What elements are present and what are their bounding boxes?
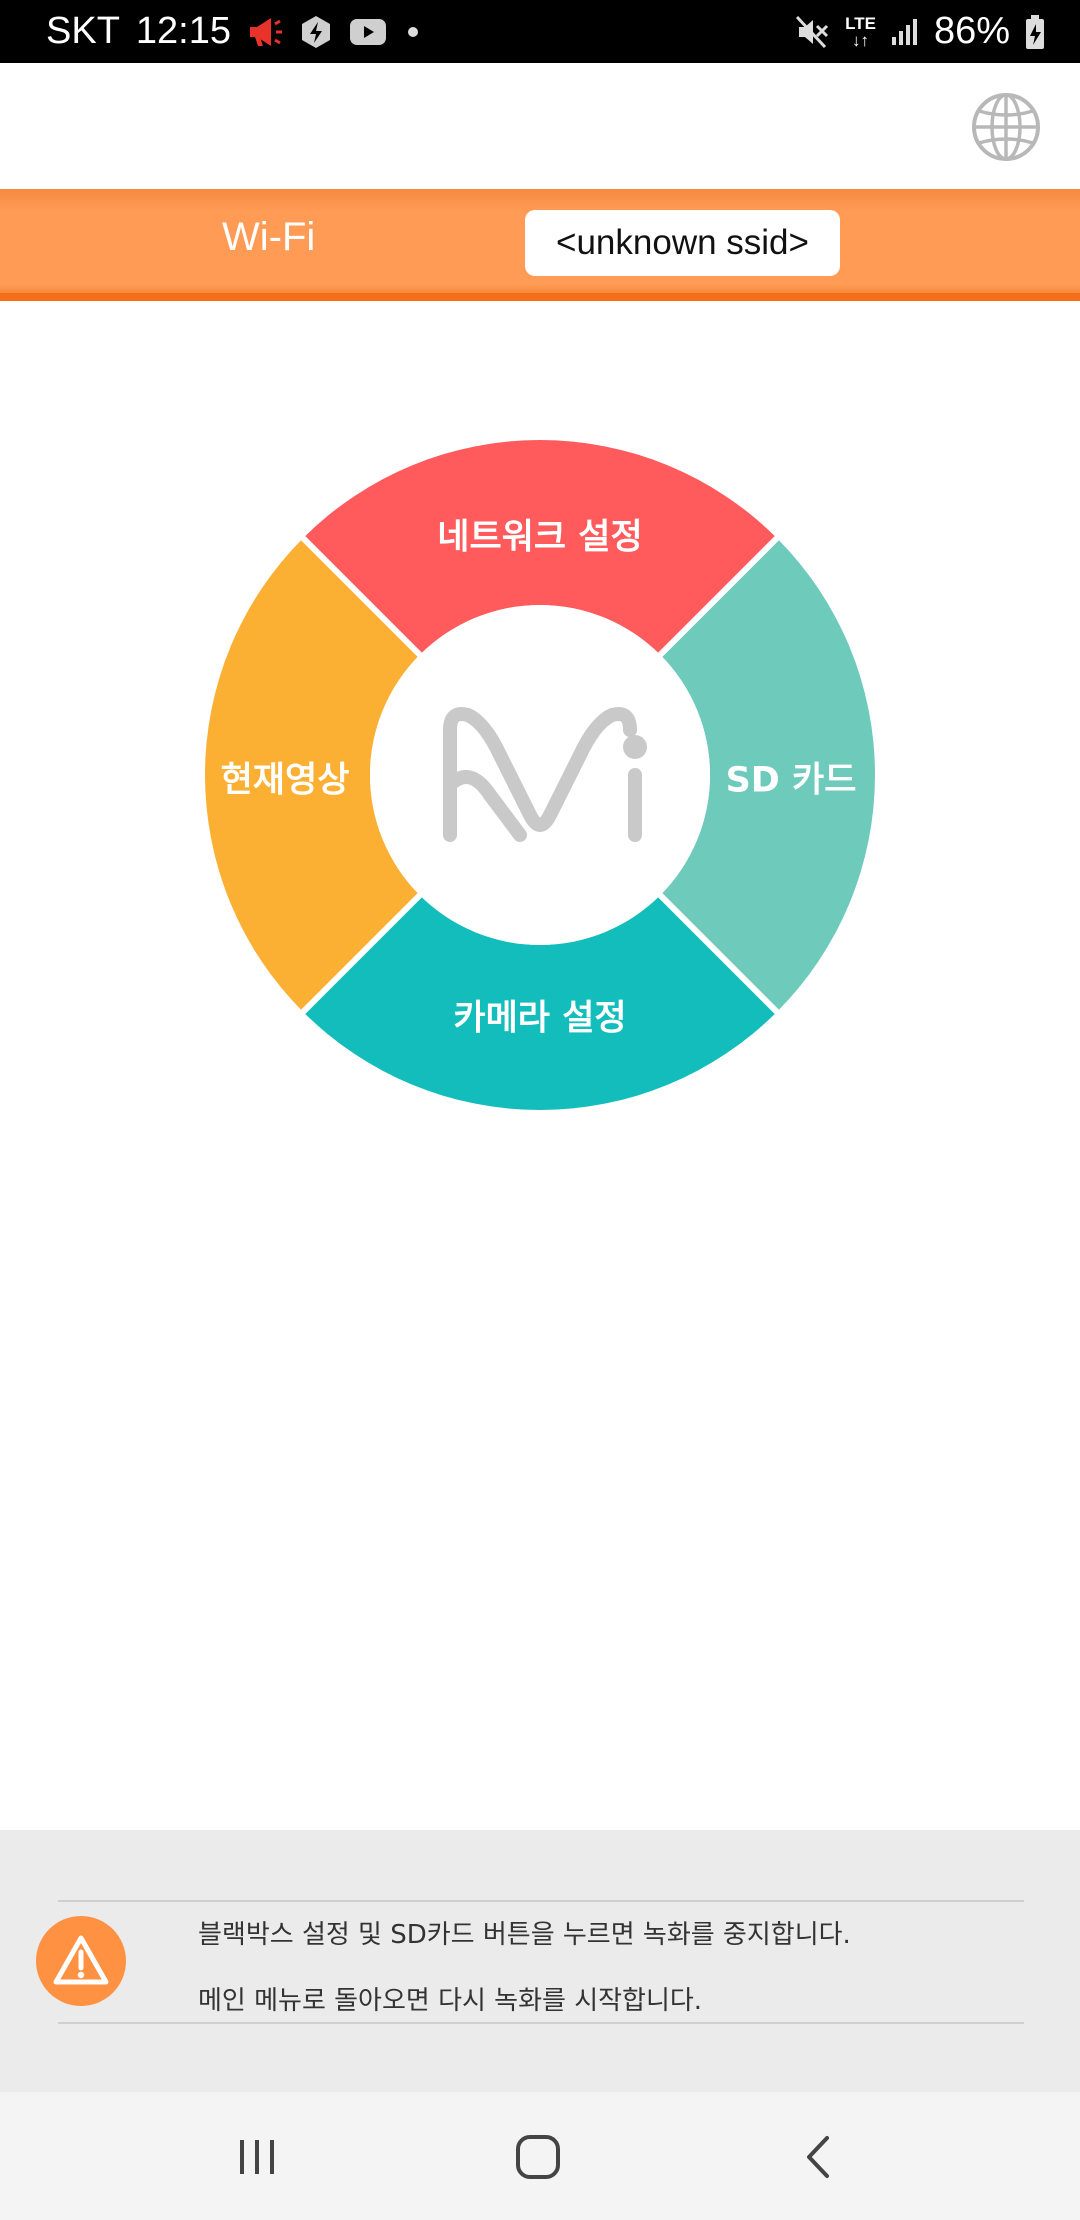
- sd-card-label[interactable]: SD 카드: [726, 752, 857, 803]
- power-saving-icon: [299, 14, 333, 50]
- mute-icon: [795, 15, 831, 49]
- recents-icon[interactable]: [222, 2122, 292, 2192]
- wheel-center: [370, 605, 710, 945]
- notice-divider-top: [58, 1900, 1024, 1902]
- network-settings-label[interactable]: 네트워크 설정: [437, 509, 642, 560]
- status-bar: SKT 12:15 LTE ↓↑ 86%: [0, 0, 1080, 63]
- megaphone-icon: [247, 15, 283, 49]
- notice-line-2: 메인 메뉴로 돌아오면 다시 녹화를 시작합니다.: [198, 1986, 703, 2016]
- battery-percent: 86%: [933, 10, 1010, 52]
- menu-wheel: 네트워크 설정 SD 카드 카메라 설정 현재영상: [205, 440, 875, 1110]
- network-type: LTE ↓↑: [845, 13, 876, 50]
- globe-icon[interactable]: [970, 91, 1042, 163]
- ssid-display: <unknown ssid>: [525, 210, 840, 276]
- wifi-label: Wi-Fi: [222, 215, 316, 259]
- live-view-label[interactable]: 현재영상: [221, 752, 350, 803]
- app-header: [0, 63, 1080, 189]
- signal-icon: [890, 17, 920, 47]
- camera-settings-label[interactable]: 카메라 설정: [453, 990, 626, 1041]
- navigation-bar: [0, 2092, 1080, 2220]
- carrier-label: SKT: [46, 10, 120, 52]
- notice-panel: 블랙박스 설정 및 SD카드 버튼을 누르면 녹화를 중지합니다. 메인 메뉴로…: [0, 1830, 1080, 2092]
- ssid-value: <unknown ssid>: [556, 223, 809, 262]
- battery-charging-icon: [1024, 14, 1046, 50]
- youtube-icon: [349, 18, 387, 46]
- back-icon[interactable]: [785, 2122, 855, 2192]
- wifi-bar: Wi-Fi <unknown ssid>: [0, 189, 1080, 301]
- notification-dot-icon: [403, 22, 423, 42]
- clock: 12:15: [135, 10, 231, 52]
- home-icon[interactable]: [503, 2122, 573, 2192]
- notice-line-1: 블랙박스 설정 및 SD카드 버튼을 누르면 녹화를 중지합니다.: [198, 1920, 851, 1950]
- warning-icon: [36, 1916, 126, 2006]
- notice-divider-bottom: [58, 2022, 1024, 2024]
